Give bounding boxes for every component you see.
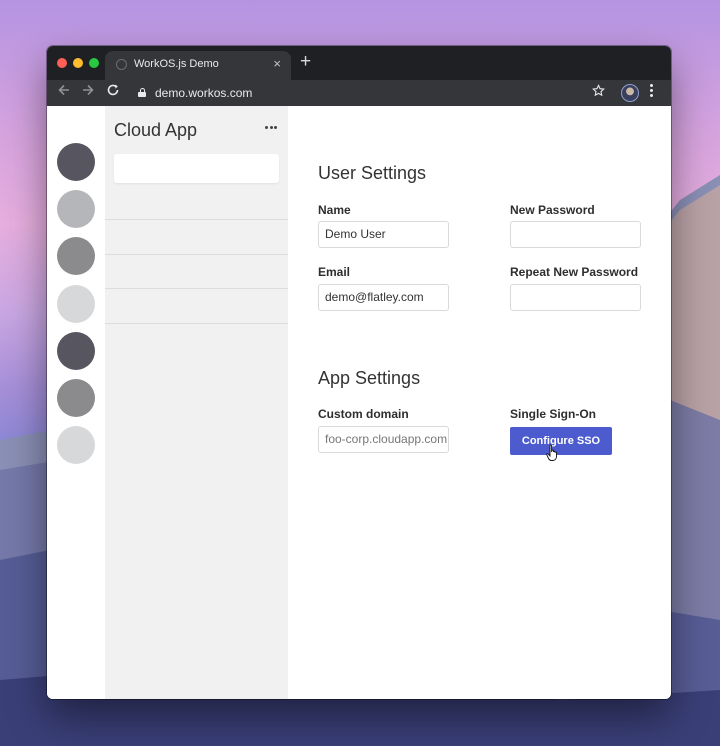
sso-label: Single Sign-On [510, 407, 596, 421]
email-label: Email [318, 265, 351, 279]
app-switcher-item[interactable] [57, 285, 95, 323]
sidebar-divider [105, 323, 288, 324]
app-switcher-item[interactable] [57, 426, 95, 464]
app-switcher-item[interactable] [57, 332, 95, 370]
sidebar: Cloud App [105, 106, 288, 699]
sidebar-search-input[interactable] [114, 154, 279, 183]
configure-sso-button[interactable]: Configure SSO [510, 427, 612, 455]
sidebar-title: Cloud App [114, 120, 198, 140]
app-settings-heading: App Settings [318, 368, 421, 388]
new-password-field[interactable] [510, 221, 641, 248]
app-switcher-item[interactable] [57, 237, 95, 275]
sidebar-divider [105, 219, 288, 220]
custom-domain-label: Custom domain [318, 407, 409, 421]
star-icon[interactable] [592, 83, 605, 101]
sidebar-divider [105, 254, 288, 255]
custom-domain-field[interactable]: foo-corp.cloudapp.com [318, 426, 449, 453]
back-arrow-icon[interactable] [57, 83, 71, 101]
minimize-window-button[interactable] [73, 58, 83, 68]
browser-window: WorkOS.js Demo × + demo.workos.com Cloud… [47, 46, 671, 699]
tab-title: WorkOS.js Demo [134, 58, 219, 70]
app-switcher-item[interactable] [57, 143, 95, 181]
browser-tab[interactable]: WorkOS.js Demo × [105, 51, 291, 80]
more-vert-icon[interactable] [650, 84, 654, 100]
address-bar[interactable]: demo.workos.com [155, 86, 252, 100]
favicon-icon [116, 59, 127, 70]
name-field[interactable]: Demo User [318, 221, 449, 248]
app-switcher-rail [47, 106, 105, 699]
new-password-label: New Password [510, 203, 595, 217]
profile-avatar[interactable] [621, 84, 639, 102]
user-settings-heading: User Settings [318, 163, 427, 183]
repeat-password-label: Repeat New Password [510, 265, 639, 279]
name-label: Name [318, 203, 351, 217]
zoom-window-button[interactable] [89, 58, 99, 68]
tab-bar: WorkOS.js Demo × + [47, 46, 671, 80]
lock-icon [138, 88, 146, 97]
repeat-password-field[interactable] [510, 284, 641, 311]
page-content: Cloud App User Settings Name Demo User N… [47, 106, 671, 699]
sidebar-divider [105, 288, 288, 289]
email-field[interactable]: demo@flatley.com [318, 284, 449, 311]
tab-close-icon[interactable]: × [273, 57, 281, 71]
more-horiz-icon[interactable] [265, 126, 279, 130]
hand-cursor-icon [546, 444, 557, 461]
reload-icon[interactable] [106, 83, 120, 101]
close-window-button[interactable] [57, 58, 67, 68]
new-tab-button[interactable]: + [300, 52, 311, 72]
forward-arrow-icon[interactable] [81, 83, 95, 101]
browser-toolbar: demo.workos.com [47, 80, 671, 106]
app-switcher-item[interactable] [57, 190, 95, 228]
settings-panel: User Settings Name Demo User New Passwor… [288, 106, 671, 699]
app-switcher-item[interactable] [57, 379, 95, 417]
